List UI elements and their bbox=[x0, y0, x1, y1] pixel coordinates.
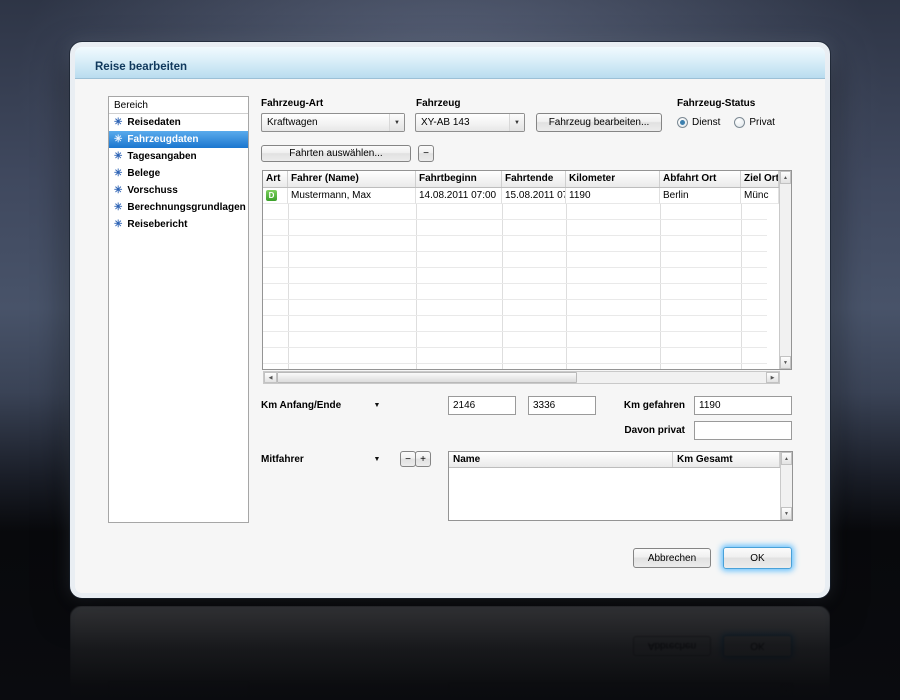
scroll-down-icon[interactable]: ▼ bbox=[781, 507, 792, 520]
fahrzeug-art-label: Fahrzeug-Art bbox=[261, 98, 324, 109]
fahrzeug-value: XY-AB 143 bbox=[421, 117, 470, 128]
ok-button[interactable]: OK bbox=[723, 547, 792, 569]
cell-fahrtbeginn: 14.08.2011 07:00 bbox=[416, 188, 502, 204]
cell-fahrtende: 15.08.2011 07:00 bbox=[502, 188, 566, 204]
sidebar-item-label: Berechnungsgrundlagen bbox=[127, 202, 246, 213]
column-header-ziel-ort[interactable]: Ziel Ort bbox=[741, 171, 779, 187]
fahrzeug-art-select[interactable]: Kraftwagen ▼ bbox=[261, 113, 405, 132]
scroll-up-icon[interactable]: ▲ bbox=[780, 171, 791, 184]
horizontal-scroll-thumb[interactable] bbox=[277, 372, 577, 383]
sidebar-item-tagesangaben[interactable]: ✳ Tagesangaben bbox=[109, 148, 248, 165]
sidebar-item-vorschuss[interactable]: ✳ Vorschuss bbox=[109, 182, 248, 199]
mitfahrer-vertical-scrollbar[interactable]: ▲ ▼ bbox=[780, 452, 792, 520]
fahrzeug-label: Fahrzeug bbox=[416, 98, 461, 109]
radio-dienst-label: Dienst bbox=[692, 117, 721, 128]
km-anfang-ende-label: Km Anfang/Ende bbox=[261, 400, 342, 411]
sidebar-item-berechnungsgrundlagen[interactable]: ✳ Berechnungsgrundlagen bbox=[109, 199, 248, 216]
cancel-button[interactable]: Abbrechen bbox=[633, 548, 711, 568]
fahrten-table-header: Art Fahrer (Name) Fahrtbeginn Fahrtende … bbox=[263, 171, 779, 188]
column-header-fahrer[interactable]: Fahrer (Name) bbox=[288, 171, 416, 187]
cell-abfahrt-ort: Berlin bbox=[660, 188, 741, 204]
chevron-down-icon: ▼ bbox=[509, 114, 524, 131]
fahrzeug-art-value: Kraftwagen bbox=[267, 117, 318, 128]
gear-icon: ✳ bbox=[114, 133, 123, 145]
cell-ziel-ort: Münc bbox=[741, 188, 779, 204]
fahrzeug-bearbeiten-button[interactable]: Fahrzeug bearbeiten... bbox=[536, 113, 662, 132]
km-ende-field[interactable] bbox=[528, 396, 596, 415]
reflection-fade bbox=[70, 606, 830, 700]
dialog-window: Reise bearbeiten Bereich ✳ Reisedaten ✳ … bbox=[70, 42, 830, 598]
sidebar-item-label: Tagesangaben bbox=[127, 151, 197, 162]
km-anfang-ende-expander[interactable]: ▼ bbox=[371, 400, 383, 412]
window-reflection: Reise bearbeiten Bereich ✳ Reisedaten ✳ … bbox=[70, 606, 830, 700]
vertical-scrollbar[interactable]: ▲ ▼ bbox=[779, 171, 791, 369]
radio-dienst[interactable]: Dienst bbox=[677, 117, 720, 128]
scroll-up-icon[interactable]: ▲ bbox=[781, 452, 792, 465]
fahrzeug-select[interactable]: XY-AB 143 ▼ bbox=[415, 113, 525, 132]
column-header-km-gesamt[interactable]: Km Gesamt bbox=[673, 452, 780, 467]
gear-icon: ✳ bbox=[114, 150, 123, 162]
km-anfang-field[interactable] bbox=[448, 396, 516, 415]
davon-privat-field[interactable] bbox=[694, 421, 792, 440]
cell-art: D bbox=[263, 188, 288, 204]
bereich-listbox: Bereich ✳ Reisedaten ✳ Fahrzeugdaten ✳ T… bbox=[108, 96, 249, 523]
davon-privat-label: Davon privat bbox=[624, 425, 685, 436]
trip-type-icon: D bbox=[266, 190, 277, 201]
column-header-kilometer[interactable]: Kilometer bbox=[566, 171, 660, 187]
bereich-header: Bereich bbox=[109, 97, 248, 114]
horizontal-scrollbar[interactable]: ◀ ▶ bbox=[263, 371, 780, 384]
column-header-fahrtende[interactable]: Fahrtende bbox=[502, 171, 566, 187]
sidebar-item-reisedaten[interactable]: ✳ Reisedaten bbox=[109, 114, 248, 131]
gear-icon: ✳ bbox=[114, 218, 123, 230]
sidebar-item-label: Reisebericht bbox=[127, 219, 188, 230]
radio-icon bbox=[734, 117, 746, 128]
empty-rows-grid bbox=[263, 204, 767, 369]
gear-icon: ✳ bbox=[114, 201, 123, 213]
table-row[interactable]: D Mustermann, Max 14.08.2011 07:00 15.08… bbox=[263, 188, 779, 204]
fahrten-auswaehlen-button[interactable]: Fahrten auswählen... bbox=[261, 145, 411, 162]
column-header-name[interactable]: Name bbox=[449, 452, 673, 467]
sidebar-item-label: Fahrzeugdaten bbox=[127, 134, 199, 145]
sidebar-item-label: Reisedaten bbox=[127, 117, 181, 128]
remove-fahrt-button[interactable]: − bbox=[418, 145, 434, 162]
mitfahrer-table: Name Km Gesamt ▲ ▼ bbox=[448, 451, 793, 521]
scroll-right-icon[interactable]: ▶ bbox=[766, 372, 779, 383]
add-mitfahrer-button[interactable]: + bbox=[415, 451, 431, 467]
mitfahrer-expander[interactable]: ▼ bbox=[371, 454, 383, 466]
sidebar-item-belege[interactable]: ✳ Belege bbox=[109, 165, 248, 182]
fahrten-table: Art Fahrer (Name) Fahrtbeginn Fahrtende … bbox=[262, 170, 792, 370]
cell-kilometer: 1190 bbox=[566, 188, 660, 204]
radio-privat-label: Privat bbox=[749, 117, 775, 128]
titlebar[interactable]: Reise bearbeiten bbox=[75, 47, 825, 79]
radio-icon bbox=[677, 117, 688, 128]
km-gefahren-label: Km gefahren bbox=[623, 400, 685, 411]
scroll-left-icon[interactable]: ◀ bbox=[264, 372, 277, 383]
km-gefahren-field[interactable] bbox=[694, 396, 792, 415]
column-header-abfahrt-ort[interactable]: Abfahrt Ort bbox=[660, 171, 741, 187]
chevron-down-icon: ▼ bbox=[389, 114, 404, 131]
remove-mitfahrer-button[interactable]: − bbox=[400, 451, 416, 467]
column-header-art[interactable]: Art bbox=[263, 171, 288, 187]
radio-privat[interactable]: Privat bbox=[734, 117, 775, 128]
fahrzeug-status-label: Fahrzeug-Status bbox=[677, 98, 756, 109]
gear-icon: ✳ bbox=[114, 184, 123, 196]
gear-icon: ✳ bbox=[114, 116, 123, 128]
fahrzeug-status-radios: Dienst Privat bbox=[677, 117, 775, 128]
sidebar-item-reisebericht[interactable]: ✳ Reisebericht bbox=[109, 216, 248, 233]
sidebar-item-label: Vorschuss bbox=[127, 185, 178, 196]
gear-icon: ✳ bbox=[114, 167, 123, 179]
mitfahrer-label: Mitfahrer bbox=[261, 454, 304, 465]
fahrten-table-content: Art Fahrer (Name) Fahrtbeginn Fahrtende … bbox=[263, 171, 779, 369]
column-header-fahrtbeginn[interactable]: Fahrtbeginn bbox=[416, 171, 502, 187]
scroll-down-icon[interactable]: ▼ bbox=[780, 356, 791, 369]
window-title: Reise bearbeiten bbox=[95, 60, 188, 73]
sidebar-item-label: Belege bbox=[127, 168, 161, 179]
mitfahrer-table-header: Name Km Gesamt bbox=[449, 452, 780, 468]
sidebar-item-fahrzeugdaten[interactable]: ✳ Fahrzeugdaten bbox=[109, 131, 248, 148]
cell-fahrer: Mustermann, Max bbox=[288, 188, 416, 204]
